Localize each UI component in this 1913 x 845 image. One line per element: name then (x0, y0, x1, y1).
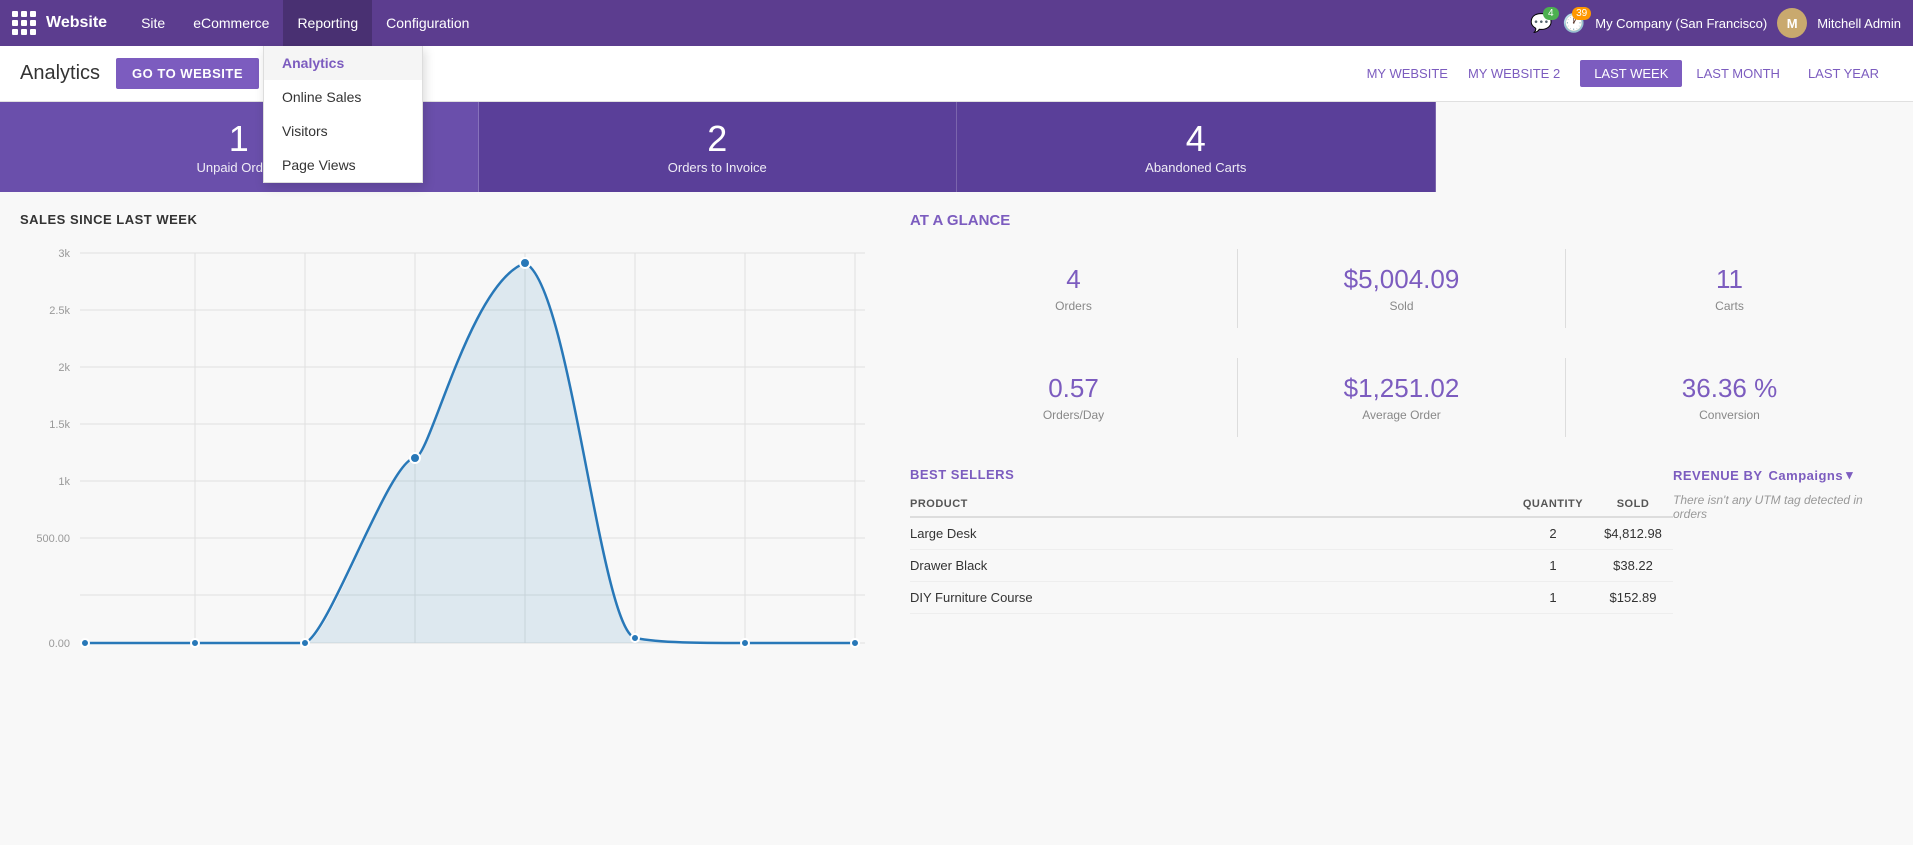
brand-name[interactable]: Website (46, 14, 107, 32)
glance-orders-day: 0.57 Orders/Day (910, 358, 1237, 437)
stat-abandoned-carts[interactable]: 4 Abandoned Carts (957, 102, 1436, 192)
abandoned-carts-label: Abandoned Carts (1145, 160, 1246, 175)
topbar: Website Site eCommerce Reporting Configu… (0, 0, 1913, 46)
glance-orders-day-label: Orders/Day (920, 408, 1227, 422)
reporting-dropdown: Analytics Online Sales Visitors Page Vie… (263, 46, 423, 183)
bottom-section: BEST SELLERS PRODUCT QUANTITY SOLD Large… (910, 467, 1893, 614)
table-row[interactable]: Drawer Black 1 $38.22 (910, 550, 1673, 582)
username[interactable]: Mitchell Admin (1817, 16, 1901, 31)
glance-orders-day-value: 0.57 (920, 373, 1227, 404)
glance-avg-order-label: Average Order (1248, 408, 1555, 422)
glance-sold-label: Sold (1248, 299, 1555, 313)
best-sellers-header: BEST SELLERS (910, 467, 1673, 482)
col-product: PRODUCT (910, 498, 1513, 510)
row3-sold: $152.89 (1593, 590, 1673, 605)
chart-container: 3k 2.5k 2k 1.5k 1k 500.00 0.00 (20, 243, 880, 663)
row2-quantity: 1 (1513, 558, 1593, 573)
col-quantity: QUANTITY (1513, 498, 1593, 510)
glance-orders-label: Orders (920, 299, 1227, 313)
nav-configuration[interactable]: Configuration (372, 0, 483, 46)
messages-icon[interactable]: 💬 4 (1530, 13, 1552, 34)
top-nav: Site eCommerce Reporting Configuration (127, 0, 1530, 46)
glance-orders-value: 4 (920, 264, 1227, 295)
nav-ecommerce[interactable]: eCommerce (179, 0, 283, 46)
header-right: MY WEBSITE MY WEBSITE 2 LAST WEEK LAST M… (1367, 60, 1893, 87)
glance-carts-label: Carts (1576, 299, 1883, 313)
topbar-right: 💬 4 🕐 39 My Company (San Francisco) M Mi… (1530, 8, 1901, 38)
revenue-header: REVENUE BY Campaigns ▾ (1673, 467, 1893, 483)
glance-orders: 4 Orders (910, 249, 1237, 328)
svg-text:2k: 2k (58, 362, 70, 374)
revenue-dropdown[interactable]: Campaigns ▾ (1769, 467, 1854, 483)
dropdown-page-views[interactable]: Page Views (264, 148, 422, 182)
col-sold: SOLD (1593, 498, 1673, 510)
table-header: PRODUCT QUANTITY SOLD (910, 492, 1673, 518)
dropdown-online-sales[interactable]: Online Sales (264, 80, 422, 114)
revenue-label: REVENUE BY (1673, 468, 1763, 483)
revenue-section: REVENUE BY Campaigns ▾ There isn't any U… (1673, 467, 1893, 614)
glance-conversion-label: Conversion (1576, 408, 1883, 422)
chart-title: SALES SINCE LAST WEEK (20, 212, 880, 227)
row1-sold: $4,812.98 (1593, 526, 1673, 541)
row2-product: Drawer Black (910, 558, 1513, 573)
page-title: Analytics (20, 62, 100, 85)
svg-text:500.00: 500.00 (36, 533, 70, 545)
table-row[interactable]: DIY Furniture Course 1 $152.89 (910, 582, 1673, 614)
orders-to-invoice-label: Orders to Invoice (668, 160, 767, 175)
row1-quantity: 2 (1513, 526, 1593, 541)
website-tab-my-website[interactable]: MY WEBSITE (1367, 66, 1448, 81)
row2-sold: $38.22 (1593, 558, 1673, 573)
stat-orders-to-invoice[interactable]: 2 Orders to Invoice (479, 102, 958, 192)
row3-quantity: 1 (1513, 590, 1593, 605)
glance-conversion-value: 36.36 % (1576, 373, 1883, 404)
avatar[interactable]: M (1777, 8, 1807, 38)
glance-conversion: 36.36 % Conversion (1566, 358, 1893, 437)
orders-to-invoice-number: 2 (707, 119, 727, 159)
left-panel: SALES SINCE LAST WEEK 3k 2.5k 2k 1.5k 1k… (20, 212, 880, 663)
chevron-down-icon: ▾ (1846, 467, 1853, 483)
glance-sold: $5,004.09 Sold (1238, 249, 1565, 328)
nav-site[interactable]: Site (127, 0, 179, 46)
svg-text:1k: 1k (58, 476, 70, 488)
glance-carts: 11 Carts (1566, 249, 1893, 328)
period-last-month[interactable]: LAST MONTH (1682, 60, 1794, 87)
glance-avg-order-value: $1,251.02 (1248, 373, 1555, 404)
website-tabs: MY WEBSITE MY WEBSITE 2 (1367, 66, 1561, 81)
dropdown-visitors[interactable]: Visitors (264, 114, 422, 148)
right-panel: AT A GLANCE 4 Orders $5,004.09 Sold 11 C… (880, 212, 1893, 663)
glance-grid: 4 Orders $5,004.09 Sold 11 Carts (910, 249, 1893, 328)
nav-reporting[interactable]: Reporting (283, 0, 372, 46)
glance-avg-order: $1,251.02 Average Order (1238, 358, 1565, 437)
dropdown-analytics[interactable]: Analytics (264, 46, 422, 80)
period-tabs: LAST WEEK LAST MONTH LAST YEAR (1580, 60, 1893, 87)
row1-product: Large Desk (910, 526, 1513, 541)
glance-carts-value: 11 (1576, 264, 1883, 295)
svg-text:1.5k: 1.5k (49, 419, 70, 431)
go-to-website-button[interactable]: GO TO WEBSITE (116, 58, 259, 89)
unpaid-orders-number: 1 (229, 119, 249, 159)
svg-text:0.00: 0.00 (49, 638, 70, 650)
company-name: My Company (San Francisco) (1595, 16, 1767, 31)
stat-empty (1436, 102, 1913, 192)
glance-grid-2: 0.57 Orders/Day $1,251.02 Average Order … (910, 358, 1893, 437)
revenue-note: There isn't any UTM tag detected in orde… (1673, 493, 1893, 521)
website-tab-my-website-2[interactable]: MY WEBSITE 2 (1468, 66, 1560, 81)
messages-badge: 4 (1543, 7, 1559, 20)
svg-text:2.5k: 2.5k (49, 305, 70, 317)
activities-badge: 39 (1572, 7, 1591, 20)
row3-product: DIY Furniture Course (910, 590, 1513, 605)
table-row[interactable]: Large Desk 2 $4,812.98 (910, 518, 1673, 550)
period-last-year[interactable]: LAST YEAR (1794, 60, 1893, 87)
apps-icon[interactable] (12, 11, 36, 35)
abandoned-carts-number: 4 (1186, 119, 1206, 159)
best-sellers-section: BEST SELLERS PRODUCT QUANTITY SOLD Large… (910, 467, 1673, 614)
period-last-week[interactable]: LAST WEEK (1580, 60, 1682, 87)
at-a-glance-title: AT A GLANCE (910, 212, 1893, 229)
chart-svg: 3k 2.5k 2k 1.5k 1k 500.00 0.00 (20, 243, 880, 663)
activities-icon[interactable]: 🕐 39 (1563, 13, 1585, 34)
revenue-dropdown-label: Campaigns (1769, 468, 1844, 483)
glance-sold-value: $5,004.09 (1248, 264, 1555, 295)
svg-text:3k: 3k (58, 248, 70, 260)
main-content: SALES SINCE LAST WEEK 3k 2.5k 2k 1.5k 1k… (0, 192, 1913, 683)
